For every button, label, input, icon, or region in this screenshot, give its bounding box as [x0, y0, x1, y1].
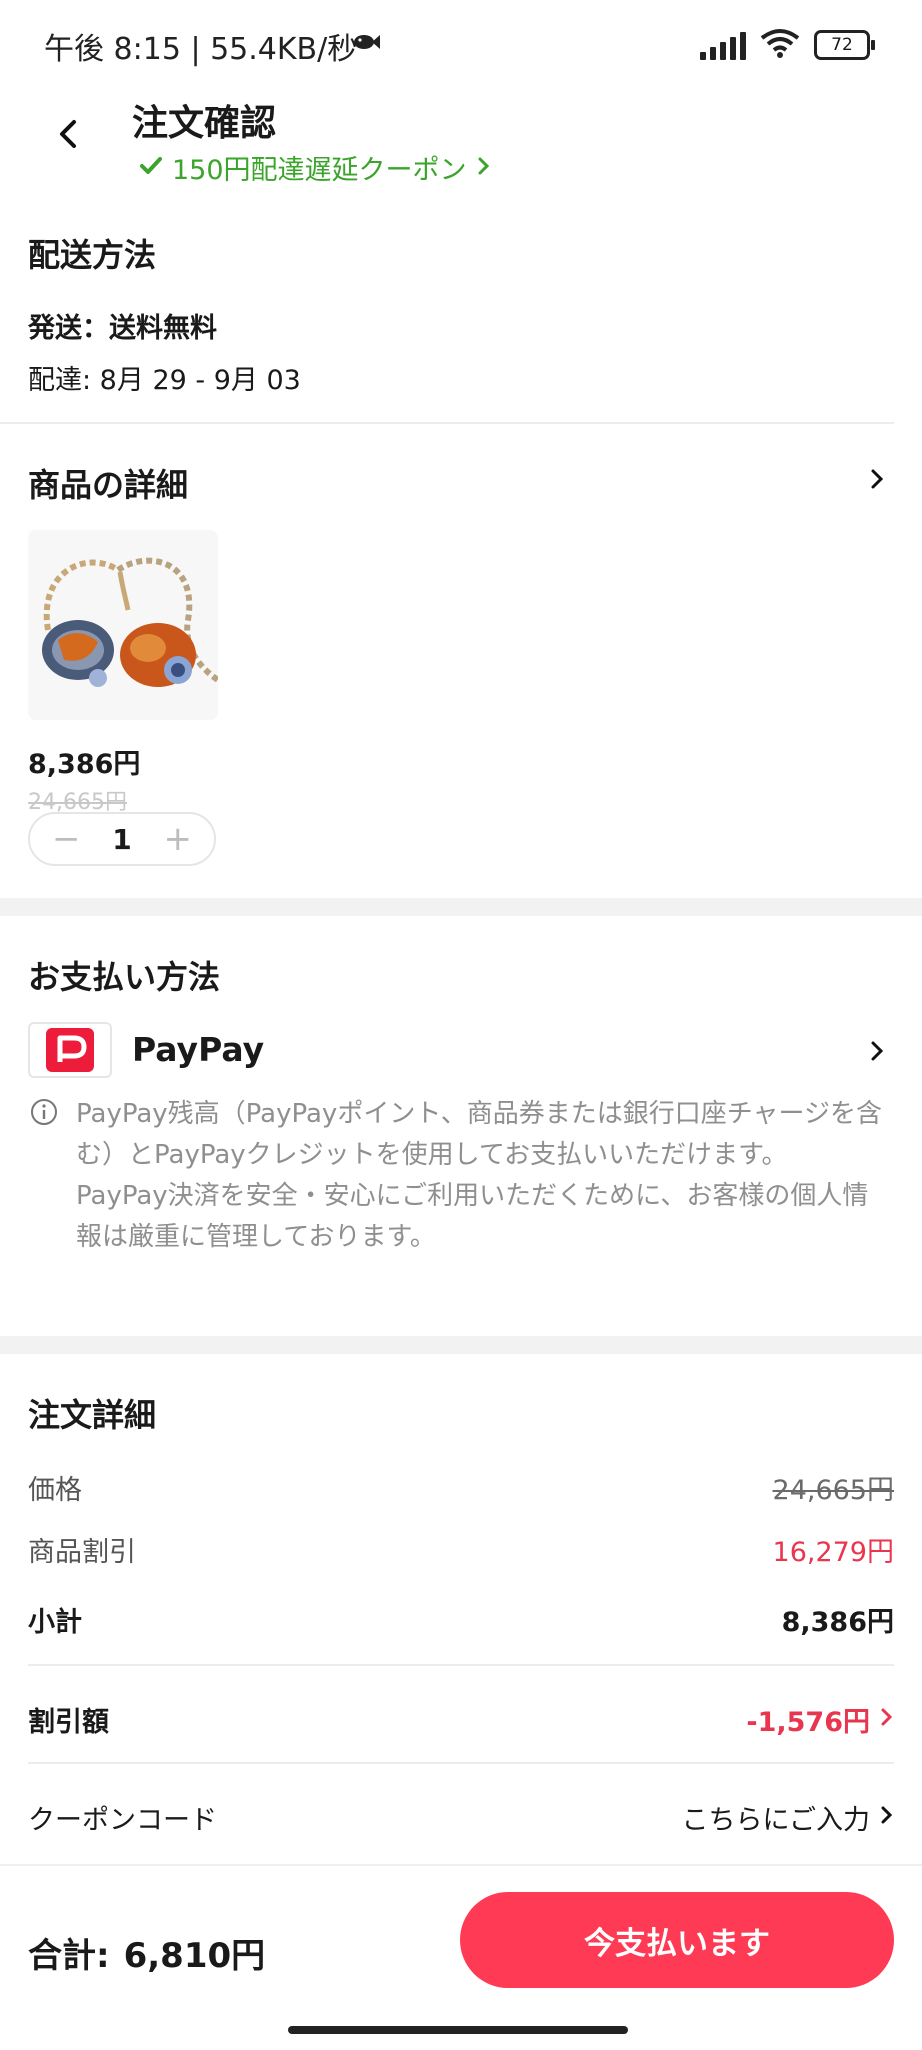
decrease-button[interactable]: −: [52, 822, 81, 856]
row-value: 8,386円: [781, 1607, 894, 1638]
order-section-title: 注文詳細: [28, 1396, 157, 1434]
header: 注文確認 150円配達遅延クーポン: [0, 90, 922, 190]
coupon-link[interactable]: 150円配達遅延クーポン: [140, 148, 491, 187]
row-label: 価格: [28, 1475, 82, 1506]
row-label: 商品割引: [28, 1537, 136, 1568]
total-label: 合計:: [28, 1936, 110, 1976]
coupon-text: 150円配達遅延クーポン: [172, 155, 467, 186]
divider: [0, 422, 894, 424]
check-icon: [140, 152, 162, 183]
product-section-title: 商品の詳細: [28, 466, 189, 504]
order-row-coupon-code[interactable]: クーポンコード こちらにご入力: [28, 1798, 894, 1837]
wifi-icon: [760, 28, 800, 62]
status-time-speed: 午後 8:15 | 55.4KB/秒: [44, 32, 358, 67]
chevron-right-icon: [477, 152, 491, 183]
row-value: -1,576円: [746, 1707, 870, 1738]
increase-button[interactable]: +: [163, 822, 192, 856]
checkout-bar: 合計: 6,810円 今支払います: [0, 1864, 922, 2050]
order-row-subtotal: 小計 8,386円: [28, 1600, 894, 1639]
paypay-logo-icon: [28, 1022, 112, 1078]
product-price: 8,386円: [28, 749, 141, 780]
order-row-price: 価格 24,665円: [28, 1468, 894, 1507]
shipping-section-title: 配送方法: [28, 236, 157, 274]
payment-info-line2: PayPay決済を安全・安心にご利用いただくために、お客様の個人情報は厳重に管理…: [76, 1181, 869, 1252]
chevron-right-icon[interactable]: [866, 1040, 888, 1062]
order-row-discount-amount[interactable]: 割引額 -1,576円: [28, 1700, 894, 1739]
section-separator: [0, 1336, 922, 1354]
product-image[interactable]: [28, 530, 218, 720]
signal-icon: [700, 30, 746, 60]
row-label: 小計: [28, 1607, 82, 1638]
shipping-method: 発送：送料無料: [28, 313, 217, 344]
fish-icon: [352, 30, 380, 58]
total: 合計: 6,810円: [28, 1928, 265, 1977]
quantity-stepper: − 1 +: [28, 812, 216, 866]
divider: [28, 1664, 894, 1666]
delivery-date: 配達: 8月 29 - 9月 03: [28, 365, 301, 396]
payment-info-text: PayPay残高（PayPayポイント、商品券または銀行口座チャージを含む）とP…: [76, 1094, 886, 1258]
home-indicator[interactable]: [288, 2026, 628, 2034]
payment-method-name[interactable]: PayPay: [132, 1030, 264, 1069]
payment-section-title: お支払い方法: [28, 958, 221, 996]
row-label: クーポンコード: [28, 1805, 217, 1836]
chevron-right-icon: [880, 1704, 894, 1735]
chevron-right-icon: [880, 1802, 894, 1833]
info-icon: [30, 1098, 58, 1126]
chevron-right-icon[interactable]: [866, 468, 888, 490]
quantity-value: 1: [112, 822, 132, 856]
row-label: 割引額: [28, 1707, 109, 1738]
order-row-discount: 商品割引 16,279円: [28, 1530, 894, 1569]
row-value: 24,665円: [772, 1475, 894, 1506]
row-value: こちらにご入力: [681, 1805, 870, 1836]
row-value: 16,279円: [772, 1537, 894, 1568]
status-bar: 午後 8:15 | 55.4KB/秒 72: [0, 0, 922, 90]
divider: [28, 1762, 894, 1764]
total-value: 6,810円: [123, 1936, 266, 1976]
payment-info-line1: PayPay残高（PayPayポイント、商品券または銀行口座チャージを含む）とP…: [76, 1099, 883, 1170]
battery-icon: 72: [814, 30, 875, 60]
back-arrow-icon[interactable]: [48, 114, 88, 154]
section-separator: [0, 898, 922, 916]
pay-now-button[interactable]: 今支払います: [460, 1892, 894, 1988]
page-title: 注文確認: [132, 103, 277, 144]
